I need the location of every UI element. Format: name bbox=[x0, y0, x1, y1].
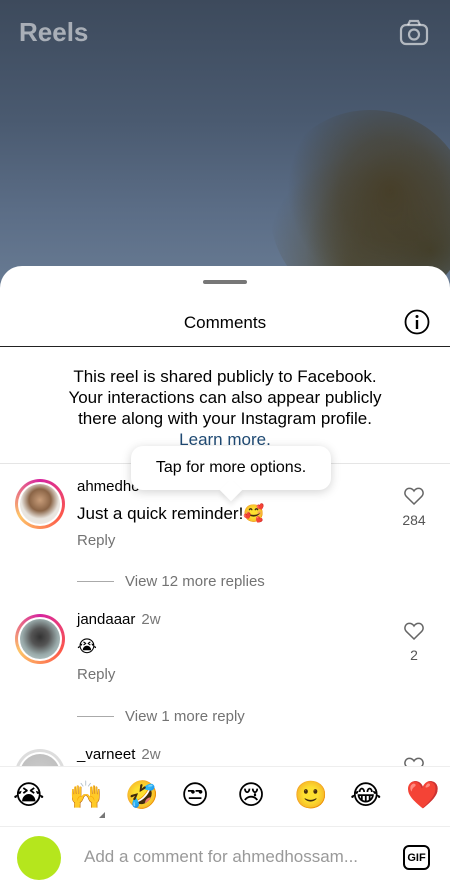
like-count: 2 bbox=[410, 647, 418, 663]
view-replies-button[interactable]: View 12 more replies bbox=[77, 573, 265, 590]
info-icon[interactable] bbox=[404, 309, 430, 335]
comments-title: Comments bbox=[183, 313, 267, 332]
username-text[interactable]: _varneet bbox=[77, 746, 135, 763]
drag-handle[interactable] bbox=[203, 280, 247, 284]
comment-username[interactable]: _varneet 2w bbox=[77, 746, 161, 763]
comment-input[interactable] bbox=[84, 847, 384, 867]
comment-username[interactable]: jandaaar 2w bbox=[77, 611, 161, 628]
username-text[interactable]: jandaaar bbox=[77, 611, 135, 628]
comment-time: 2w bbox=[141, 746, 161, 763]
comment-text: Just a quick reminder!🥰 bbox=[77, 504, 265, 523]
gif-button[interactable]: GIF bbox=[403, 845, 430, 870]
comment-composer: GIF bbox=[0, 826, 450, 882]
emoji-tears-of-joy[interactable]: 😂 bbox=[350, 781, 382, 811]
current-user-avatar bbox=[17, 836, 61, 880]
reel-background: Reels bbox=[0, 0, 450, 300]
reply-button[interactable]: Reply bbox=[77, 666, 115, 683]
header-divider bbox=[0, 346, 450, 347]
like-count: 284 bbox=[402, 512, 426, 528]
comment-username[interactable]: ahmedho bbox=[77, 478, 140, 495]
emoji-loudly-crying[interactable]: 😭 bbox=[13, 781, 45, 811]
emoji-unamused[interactable]: 😒 bbox=[181, 781, 209, 811]
notice-line-2: Your interactions can also appear public… bbox=[68, 388, 382, 407]
emoji-crying[interactable]: 😢 bbox=[237, 781, 265, 811]
notice-line-1: This reel is shared publicly to Facebook… bbox=[73, 367, 377, 386]
facebook-share-notice: This reel is shared publicly to Facebook… bbox=[0, 366, 450, 450]
notice-line-3: there along with your Instagram profile. bbox=[78, 409, 372, 428]
camera-icon[interactable] bbox=[399, 19, 429, 47]
reels-title: Reels bbox=[19, 17, 89, 47]
view-replies-button[interactable]: View 1 more reply bbox=[77, 708, 245, 725]
view-replies-label: View 1 more reply bbox=[125, 708, 245, 725]
more-options-tooltip: Tap for more options. bbox=[131, 446, 331, 490]
comments-sheet: Comments This reel is shared publicly to… bbox=[0, 266, 450, 882]
comment-time: 2w bbox=[141, 611, 161, 628]
skin-tone-indicator-icon bbox=[99, 812, 105, 818]
view-replies-label: View 12 more replies bbox=[125, 573, 265, 590]
emoji-raising-hands[interactable]: 🙌 bbox=[69, 781, 103, 811]
emoji-rolling-laughing[interactable]: 🤣 bbox=[125, 781, 159, 811]
emoji-red-heart[interactable]: ❤️ bbox=[406, 781, 440, 811]
heart-icon[interactable] bbox=[404, 622, 424, 640]
comment-text: 😭 bbox=[77, 637, 97, 657]
avatar[interactable] bbox=[15, 614, 65, 664]
heart-icon[interactable] bbox=[404, 487, 424, 505]
emoji-quick-bar: 😭 🙌 🤣 😒 😢 🙂 😂 ❤️ bbox=[0, 766, 450, 826]
avatar[interactable] bbox=[15, 479, 65, 529]
emoji-smiling[interactable]: 🙂 bbox=[294, 781, 328, 811]
reply-button[interactable]: Reply bbox=[77, 532, 115, 549]
